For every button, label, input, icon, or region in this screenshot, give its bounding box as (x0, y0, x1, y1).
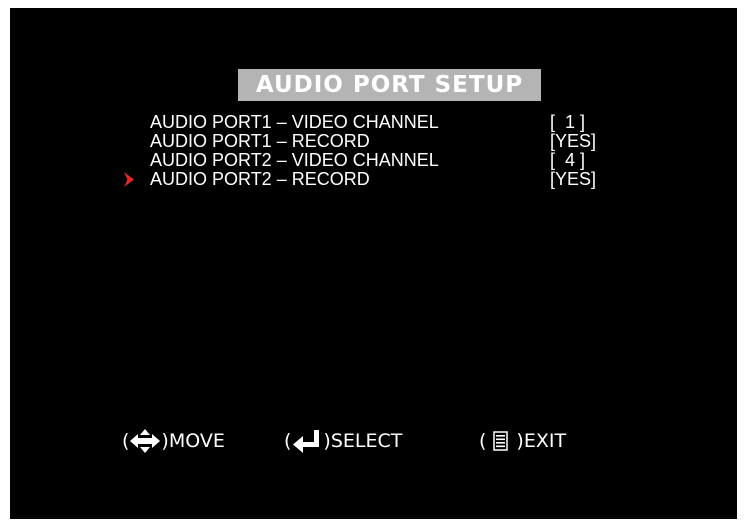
move-hint: ( ) MOVE (122, 428, 225, 454)
selection-cursor-icon (124, 172, 134, 187)
menu-item-value[interactable]: [ 4 ] (550, 151, 585, 170)
menu-item-label: AUDIO PORT2 – RECORD (150, 169, 370, 189)
close-paren: ) (323, 430, 331, 452)
open-paren: ( (479, 430, 487, 452)
menu-item-port1-record[interactable]: AUDIO PORT1 – RECORD [YES] (150, 132, 596, 151)
four-way-arrow-icon (130, 429, 161, 453)
menu-lines-icon (493, 431, 509, 451)
menu-item-value[interactable]: [ 1 ] (550, 113, 585, 132)
menu-item-port1-video-channel[interactable]: AUDIO PORT1 – VIDEO CHANNEL [ 1 ] (150, 113, 585, 132)
exit-hint: ( ) EXIT (479, 428, 566, 454)
enter-key-icon (293, 430, 320, 453)
close-paren: ) (161, 430, 169, 452)
open-paren: ( (122, 430, 130, 452)
move-label: MOVE (168, 430, 225, 452)
menu-item-label: AUDIO PORT1 – RECORD (150, 131, 370, 151)
menu-item-label: AUDIO PORT2 – VIDEO CHANNEL (150, 150, 439, 170)
select-label: SELECT (330, 430, 403, 452)
open-paren: ( (284, 430, 292, 452)
exit-label: EXIT (523, 430, 567, 452)
menu-item-value[interactable]: [YES] (550, 170, 596, 189)
menu-item-port2-video-channel[interactable]: AUDIO PORT2 – VIDEO CHANNEL [ 4 ] (150, 151, 585, 170)
menu-item-label: AUDIO PORT1 – VIDEO CHANNEL (150, 112, 439, 132)
close-paren: ) (516, 430, 524, 452)
settings-menu: AUDIO PORT1 – VIDEO CHANNEL [ 1 ] AUDIO … (124, 113, 596, 189)
menu-item-port2-record[interactable]: AUDIO PORT2 – RECORD [YES] (124, 170, 596, 189)
menu-item-value[interactable]: [YES] (550, 132, 596, 151)
select-hint: ( ) SELECT (284, 428, 402, 454)
page-title: AUDIO PORT SETUP (238, 69, 541, 101)
